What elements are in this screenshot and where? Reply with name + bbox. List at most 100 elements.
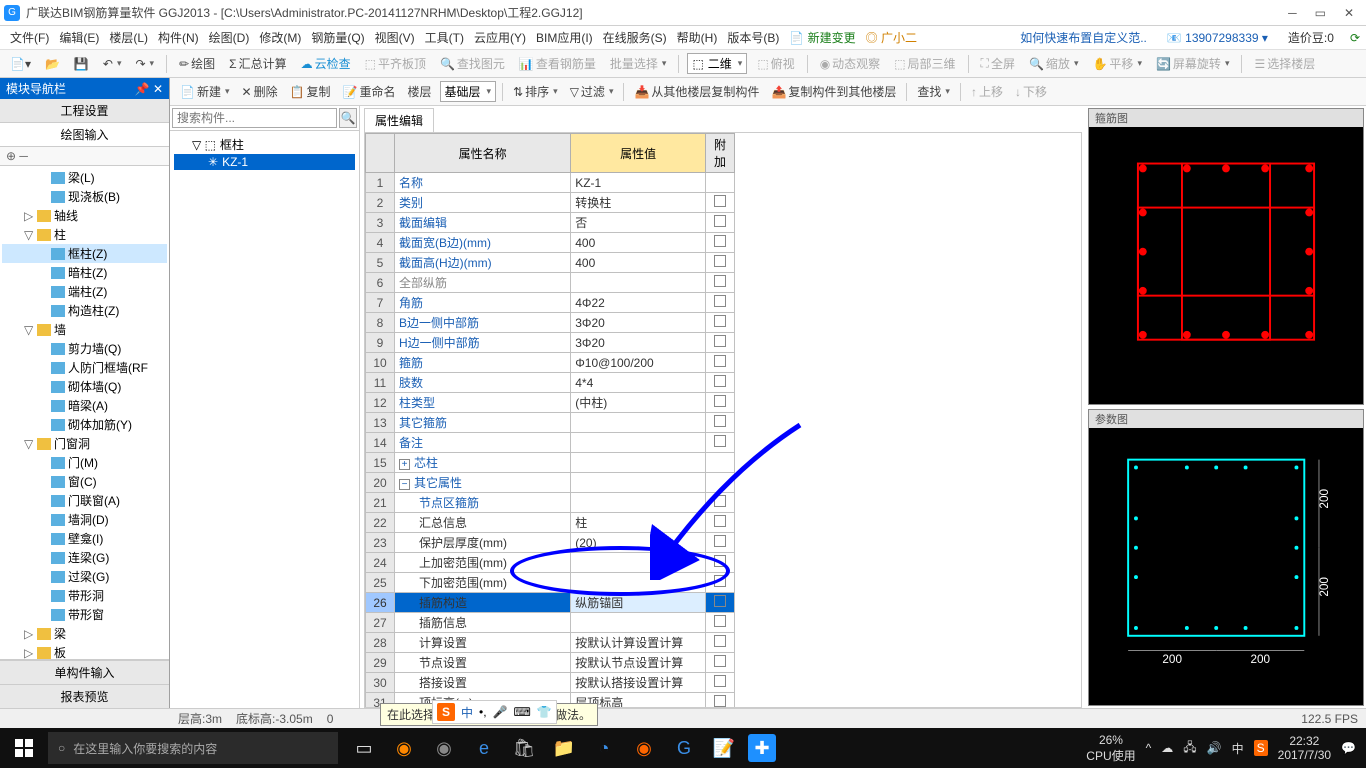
tree-node[interactable]: 现浇板(B) <box>2 187 167 206</box>
spiral-icon[interactable]: ◉ <box>428 732 460 764</box>
tray-net-icon[interactable]: 🖧 <box>1183 738 1196 759</box>
tray-clock[interactable]: 22:322017/7/30 <box>1278 734 1331 762</box>
prop-row[interactable]: 5截面高(H边)(mm)400 <box>366 253 735 273</box>
cpu-meter[interactable]: 26%CPU使用 <box>1086 733 1135 764</box>
sort-button[interactable]: ⇅ 排序 <box>509 82 562 101</box>
prop-row[interactable]: 10箍筋Φ10@100/200 <box>366 353 735 373</box>
copyto-button[interactable]: 📤 复制构件到其他楼层 <box>767 82 900 101</box>
tree-node[interactable]: 过梁(G) <box>2 567 167 586</box>
tray-ime-icon[interactable]: 中 <box>1232 740 1244 757</box>
prop-row[interactable]: 15+芯柱 <box>366 453 735 473</box>
batch-button[interactable]: 批量选择 <box>606 54 671 73</box>
tree-node[interactable]: 端柱(Z) <box>2 282 167 301</box>
refresh-icon[interactable]: ⟳ <box>1350 31 1360 45</box>
tray-up-icon[interactable]: ^ <box>1146 741 1152 755</box>
prop-row[interactable]: 1名称KZ-1 <box>366 173 735 193</box>
tree-node[interactable]: 构造柱(Z) <box>2 301 167 320</box>
mode-combo[interactable]: ⬚ 二维 <box>687 53 747 74</box>
prop-row[interactable]: 8B边一侧中部筋3Φ20 <box>366 313 735 333</box>
prop-row[interactable]: 24上加密范围(mm) <box>366 553 735 573</box>
menu-modify[interactable]: 修改(M) <box>255 27 305 48</box>
property-tab[interactable]: 属性编辑 <box>364 108 434 132</box>
rename-button[interactable]: 📝 重命名 <box>339 82 400 101</box>
ime-punct-icon[interactable]: •, <box>479 705 487 719</box>
menu-component[interactable]: 构件(N) <box>154 27 203 48</box>
tab-draw-input[interactable]: 绘图输入 <box>0 123 169 147</box>
task-view-icon[interactable]: ▭ <box>348 732 380 764</box>
undo-icon[interactable]: ↶ <box>99 56 126 72</box>
tray-notif-icon[interactable]: 💬 <box>1341 741 1356 755</box>
tree-node[interactable]: ▷板 <box>2 643 167 659</box>
local3d-button[interactable]: ⬚ 局部三维 <box>890 54 959 73</box>
tab-report-preview[interactable]: 报表预览 <box>0 684 169 708</box>
prop-row[interactable]: 23保护层厚度(mm)(20) <box>366 533 735 553</box>
prop-row[interactable]: 26插筋构造纵筋锚固 <box>366 593 735 613</box>
prop-row[interactable]: 25下加密范围(mm) <box>366 573 735 593</box>
menu-floor[interactable]: 楼层(L) <box>105 27 152 48</box>
menu-bim[interactable]: BIM应用(I) <box>532 27 597 48</box>
tree-node[interactable]: 人防门框墙(RF <box>2 358 167 377</box>
start-button[interactable] <box>0 728 48 768</box>
pan-button[interactable]: ✋ 平移 <box>1088 54 1146 73</box>
bird-button[interactable]: ⬚ 俯视 <box>753 54 798 73</box>
new-change[interactable]: 📄 新建变更 <box>785 27 859 48</box>
menu-version[interactable]: 版本号(B) <box>723 27 783 48</box>
open-icon[interactable]: 📂 <box>41 56 64 72</box>
menu-cloud[interactable]: 云应用(Y) <box>470 27 530 48</box>
menu-view[interactable]: 视图(V) <box>371 27 419 48</box>
menu-file[interactable]: 文件(F) <box>6 27 53 48</box>
zoom-button[interactable]: 🔍 缩放 <box>1025 54 1083 73</box>
prop-row[interactable]: 22汇总信息柱 <box>366 513 735 533</box>
sum-button[interactable]: Σ 汇总计算 <box>225 54 290 73</box>
pin-icon[interactable]: 📌 <box>135 82 150 96</box>
tree-node[interactable]: 框柱(Z) <box>2 244 167 263</box>
prop-row[interactable]: 14备注 <box>366 433 735 453</box>
moveup-button[interactable]: ↑ 上移 <box>967 82 1007 101</box>
app5-icon[interactable]: ✚ <box>748 734 776 762</box>
tree-node[interactable]: 连梁(G) <box>2 548 167 567</box>
select-floor-button[interactable]: ☰ 选择楼层 <box>1250 54 1319 73</box>
tree-node[interactable]: 暗梁(A) <box>2 396 167 415</box>
copy-button[interactable]: 📋 复制 <box>286 82 335 101</box>
tray-cloud-icon[interactable]: ☁ <box>1161 741 1173 755</box>
menu-help[interactable]: 帮助(H) <box>673 27 722 48</box>
prop-row[interactable]: 2类别转换柱 <box>366 193 735 213</box>
prop-row[interactable]: 21节点区箍筋 <box>366 493 735 513</box>
tree-node[interactable]: ▷轴线 <box>2 206 167 225</box>
cloud-check-button[interactable]: ☁ 云检查 <box>297 54 355 73</box>
prop-row[interactable]: 12柱类型(中柱) <box>366 393 735 413</box>
ime-skin-icon[interactable]: 👕 <box>537 705 552 719</box>
save-icon[interactable]: 💾 <box>70 56 93 72</box>
prop-row[interactable]: 30搭接设置按默认搭接设置计算 <box>366 673 735 693</box>
prop-row[interactable]: 13其它箍筋 <box>366 413 735 433</box>
tab-single-input[interactable]: 单构件输入 <box>0 660 169 684</box>
draw-button[interactable]: ✏ 绘图 <box>175 54 219 73</box>
app4-icon[interactable]: 📝 <box>708 732 740 764</box>
menu-edit[interactable]: 编辑(E) <box>55 27 103 48</box>
user-dropdown[interactable]: ◎ 广小二 <box>862 27 921 48</box>
ime-keyboard-icon[interactable]: ⌨ <box>514 705 531 719</box>
menu-draw[interactable]: 绘图(D) <box>205 27 254 48</box>
fullscreen-button[interactable]: ⛶ 全屏 <box>977 54 1019 73</box>
prop-row[interactable]: 6全部纵筋 <box>366 273 735 293</box>
menu-tool[interactable]: 工具(T) <box>421 27 468 48</box>
app1-icon[interactable]: ◔ <box>588 732 620 764</box>
prop-row[interactable]: 11肢数4*4 <box>366 373 735 393</box>
tab-project-settings[interactable]: 工程设置 <box>0 99 169 123</box>
ime-lang[interactable]: 中 <box>461 704 473 721</box>
prop-row[interactable]: 28计算设置按默认计算设置计算 <box>366 633 735 653</box>
prop-row[interactable]: 20−其它属性 <box>366 473 735 493</box>
base-combo[interactable]: 基础层 <box>440 81 497 102</box>
tree-node[interactable]: ▽墙 <box>2 320 167 339</box>
tree-node[interactable]: 壁龛(I) <box>2 529 167 548</box>
tray-sogou-icon[interactable]: S <box>1254 740 1268 756</box>
maximize-icon[interactable]: ▭ <box>1315 6 1326 20</box>
tree-node[interactable]: 门(M) <box>2 453 167 472</box>
tree-item-kz1[interactable]: ✳ KZ-1 <box>174 154 355 170</box>
search-button[interactable]: 🔍 <box>339 108 357 128</box>
menu-rebar[interactable]: 钢筋量(Q) <box>307 27 368 48</box>
tree-node[interactable]: 带形洞 <box>2 586 167 605</box>
edge-icon[interactable]: e <box>468 732 500 764</box>
tree-node[interactable]: ▽门窗洞 <box>2 434 167 453</box>
new-button[interactable]: 📄 新建 <box>176 82 234 101</box>
